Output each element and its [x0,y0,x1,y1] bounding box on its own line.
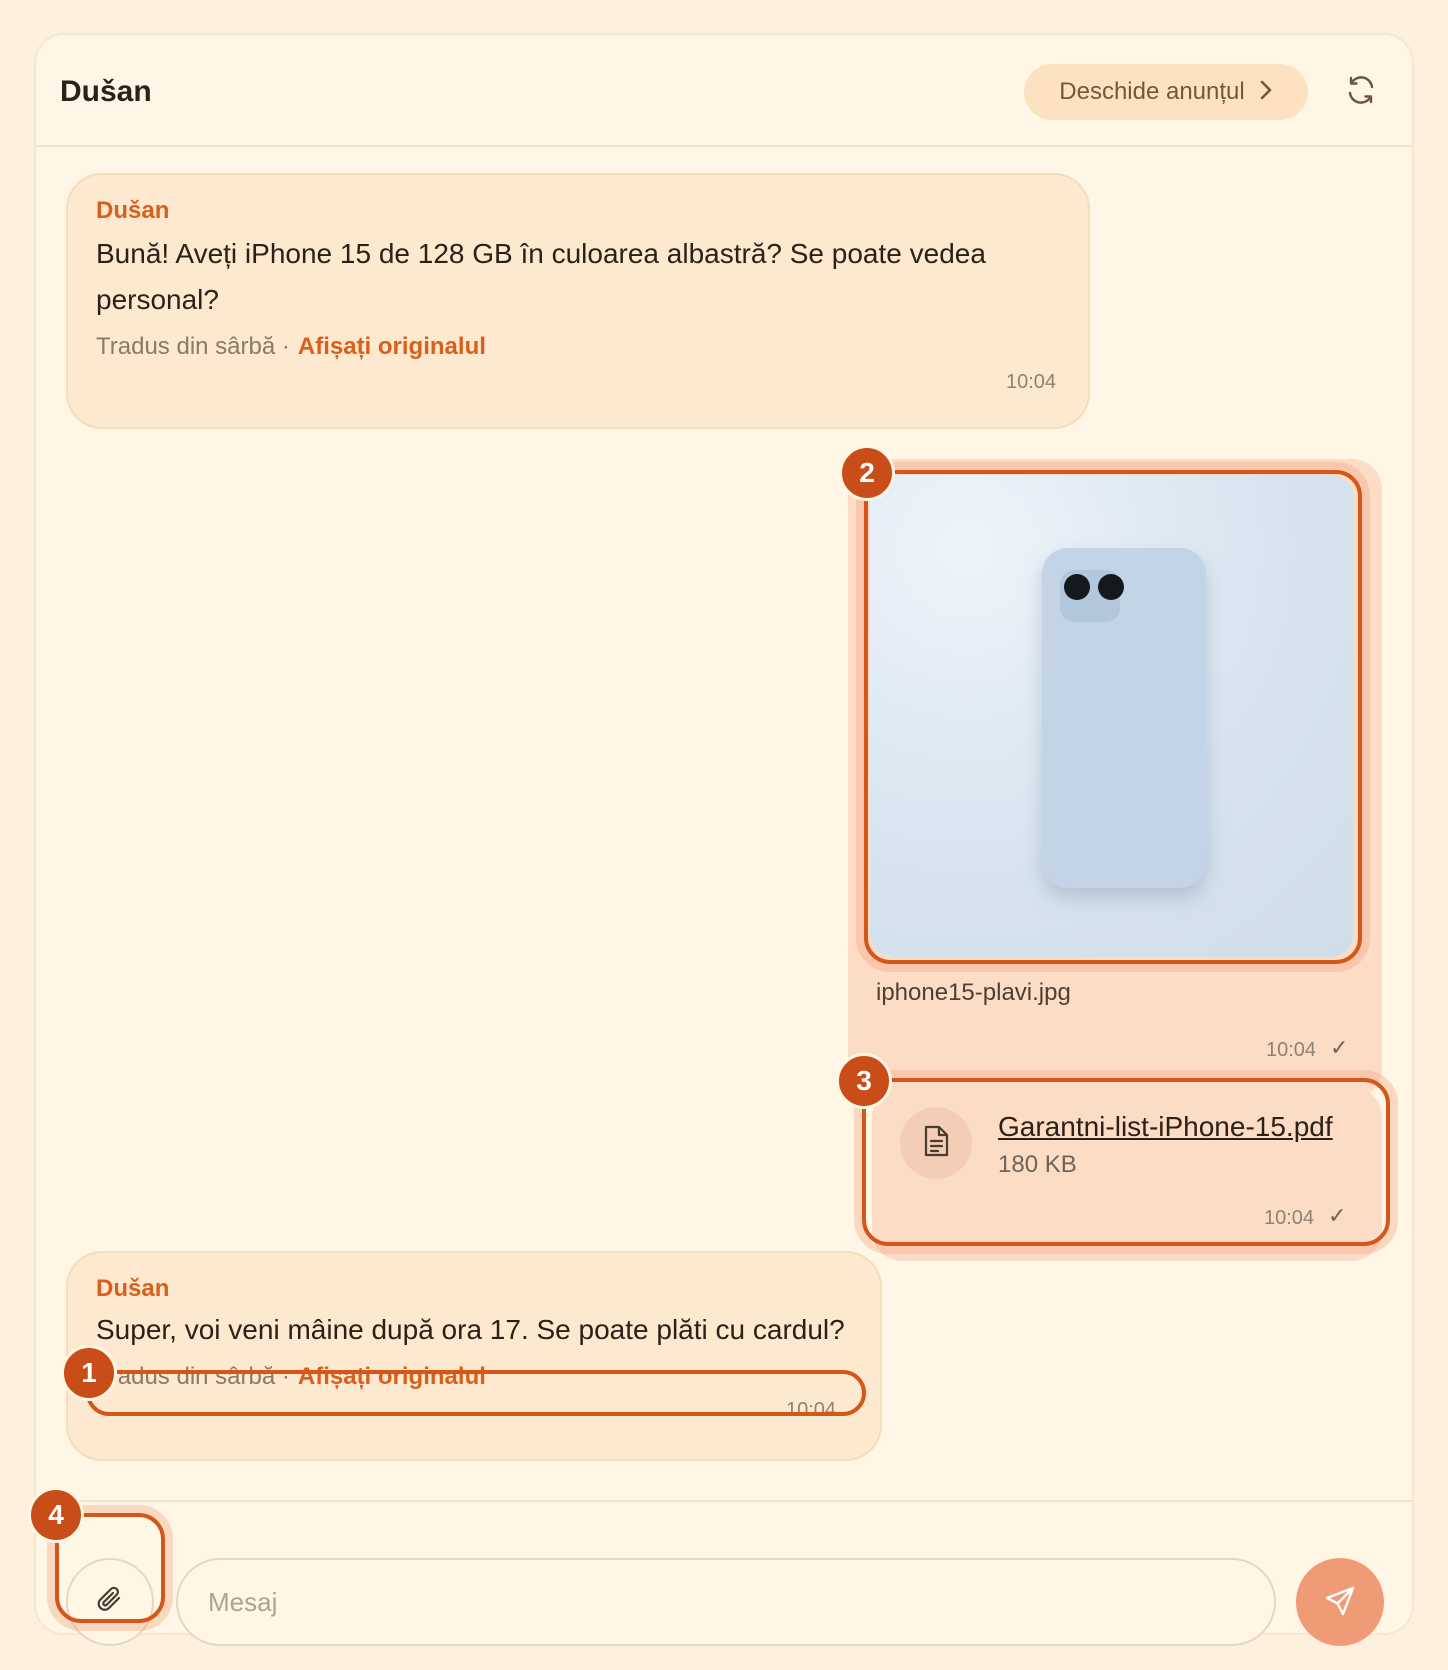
chat-header: Dušan Deschide anunțul [36,35,1412,147]
annotation-badge-2: 2 [839,445,895,501]
message-time: 10:04 [1006,371,1057,393]
chat-title: Dušan [60,75,152,108]
show-original-link[interactable]: Afișați originalul [298,333,486,360]
annotation-badge-1: 1 [61,1345,117,1401]
annotation-outline-1 [86,1370,866,1416]
message-composer [36,1500,1412,1646]
annotation-outline-2 [864,470,1362,964]
send-icon [1323,1584,1357,1621]
message-sender: Dušan [96,1275,170,1302]
translation-note: Tradus din sârbă · [96,333,290,360]
checkmark-icon: ✓ [1330,1035,1349,1060]
message-incoming: Dušan Super, voi veni mâine după ora 17.… [66,1251,882,1461]
annotation-badge-4: 4 [28,1487,84,1543]
message-incoming: Dušan Bună! Aveți iPhone 15 de 128 GB în… [66,173,1090,429]
send-button[interactable] [1296,1558,1384,1646]
open-listing-button[interactable]: Deschide anunțul [1024,64,1308,120]
translation-info: Tradus din sârbă · Afișați originalul [96,333,486,361]
chevron-right-icon [1259,77,1273,108]
refresh-button[interactable] [1338,69,1384,115]
open-listing-label: Deschide anunțul [1059,78,1245,105]
message-text: Super, voi veni mâine după ora 17. Se po… [96,1314,845,1345]
refresh-icon [1345,74,1377,111]
annotation-outline-3 [862,1078,1390,1246]
message-sender: Dušan [96,197,170,224]
image-filename: iphone15-plavi.jpg [876,979,1071,1006]
message-input[interactable] [176,1558,1276,1646]
message-time: 10:04 [1266,1039,1317,1061]
message-text: Bună! Aveți iPhone 15 de 128 GB în culoa… [96,238,986,315]
annotation-badge-3: 3 [836,1053,892,1109]
